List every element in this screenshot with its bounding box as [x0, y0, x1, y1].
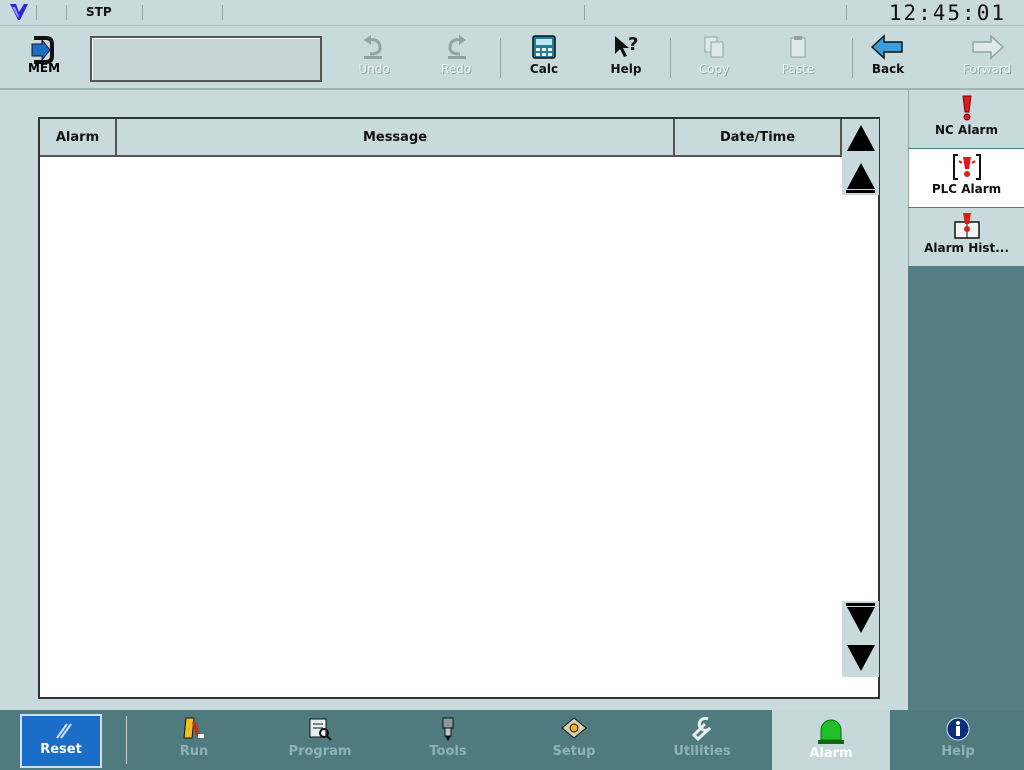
info-icon [946, 717, 970, 741]
undo-icon [364, 35, 382, 59]
run-icon [183, 717, 204, 739]
mem-button[interactable]: MEM [20, 34, 68, 84]
plc-alarm-icon [952, 154, 981, 180]
copy-label: Copy [698, 62, 730, 76]
clock: 12:45:01 [888, 1, 1006, 25]
exclamation-icon [961, 95, 972, 121]
scroll-top-button[interactable] [842, 119, 879, 157]
forward-label: Forward [962, 62, 1012, 76]
nav-help[interactable]: Help [906, 710, 1010, 770]
mode-indicator: STP [86, 5, 112, 19]
column-header-alarm[interactable]: Alarm [40, 119, 117, 157]
paste-label: Paste [781, 62, 815, 76]
back-label: Back [871, 62, 905, 76]
calc-label: Calc [529, 62, 559, 76]
nav-tools[interactable]: Tools [396, 710, 500, 770]
nav-utilities[interactable]: Utilities [650, 710, 754, 770]
scroll-page-down-button[interactable] [842, 601, 879, 639]
arrow-down-icon [846, 607, 875, 633]
program-label: Program [288, 744, 352, 759]
scroll-page-up-button[interactable] [842, 157, 879, 195]
arrow-up-icon [846, 163, 875, 189]
alarm-label: Alarm [809, 746, 853, 761]
nav-setup[interactable]: Setup [522, 710, 626, 770]
wrench-icon [691, 716, 712, 742]
calc-button[interactable]: Calc [512, 32, 576, 84]
forward-button[interactable]: Forward [952, 32, 1022, 84]
help-label: Help [610, 62, 642, 76]
copy-button[interactable]: Copy [682, 32, 746, 84]
mem-icon [31, 36, 54, 64]
reset-button[interactable]: Reset [20, 714, 102, 768]
setup-icon [561, 717, 587, 739]
paste-icon [790, 36, 806, 58]
program-icon [309, 718, 332, 741]
nav-alarm[interactable]: Alarm [772, 710, 890, 770]
alarm-list[interactable]: Alarm Message Date/Time [38, 117, 880, 699]
mem-display-field[interactable] [90, 36, 322, 82]
run-label: Run [179, 744, 209, 759]
mem-label: MEM [27, 61, 61, 75]
copy-icon [704, 36, 724, 58]
help-button[interactable]: ? Help [594, 32, 658, 84]
tab-nc-alarm[interactable]: NC Alarm [908, 90, 1024, 148]
arrow-down-icon [846, 645, 875, 671]
redo-label: Redo [440, 62, 472, 76]
alarm-light-icon [818, 719, 844, 744]
redo-icon [448, 35, 466, 59]
alarm-side-tabs: NC Alarm PLC Alarm Alarm Hist... [908, 90, 1024, 710]
tab-nc-alarm-label: NC Alarm [935, 123, 998, 137]
paste-button[interactable]: Paste [766, 32, 830, 84]
forward-arrow-icon [972, 34, 1005, 60]
tab-plc-alarm[interactable]: PLC Alarm [908, 149, 1024, 207]
back-arrow-icon [870, 34, 903, 60]
setup-label: Setup [552, 744, 596, 759]
logo-icon [10, 4, 28, 20]
tools-label: Tools [429, 744, 467, 759]
arrow-up-icon [846, 125, 875, 151]
status-bar: STP 12:45:01 [0, 0, 1024, 26]
column-header-message[interactable]: Message [117, 119, 675, 157]
nav-run[interactable]: Run [142, 710, 246, 770]
reset-slash-icon [56, 723, 72, 739]
tools-icon [442, 717, 454, 741]
redo-button[interactable]: Redo [424, 32, 488, 84]
column-header-datetime[interactable]: Date/Time [675, 119, 842, 157]
svg-text:?: ? [628, 34, 638, 55]
scroll-bottom-button[interactable] [842, 639, 879, 677]
help-nav-label: Help [941, 744, 975, 759]
nav-program[interactable]: Program [268, 710, 372, 770]
tab-alarm-history-label: Alarm Hist... [924, 241, 1009, 255]
utilities-label: Utilities [673, 744, 731, 759]
undo-button[interactable]: Undo [342, 32, 406, 84]
help-pointer-icon: ? [615, 34, 638, 57]
calculator-icon [532, 35, 556, 59]
toolbar: MEM Undo Redo Calc ? Help Copy Paste Bac… [0, 26, 1024, 90]
back-button[interactable]: Back [856, 32, 920, 84]
reset-label: Reset [40, 742, 82, 757]
alarm-history-icon [953, 213, 980, 239]
bottom-navbar: Reset Run Program Tools Setup Utilities … [0, 710, 1024, 770]
undo-label: Undo [358, 62, 390, 76]
tab-plc-alarm-label: PLC Alarm [931, 182, 1002, 196]
main-panel: Alarm Message Date/Time [0, 90, 908, 710]
tab-alarm-history[interactable]: Alarm Hist... [908, 208, 1024, 266]
